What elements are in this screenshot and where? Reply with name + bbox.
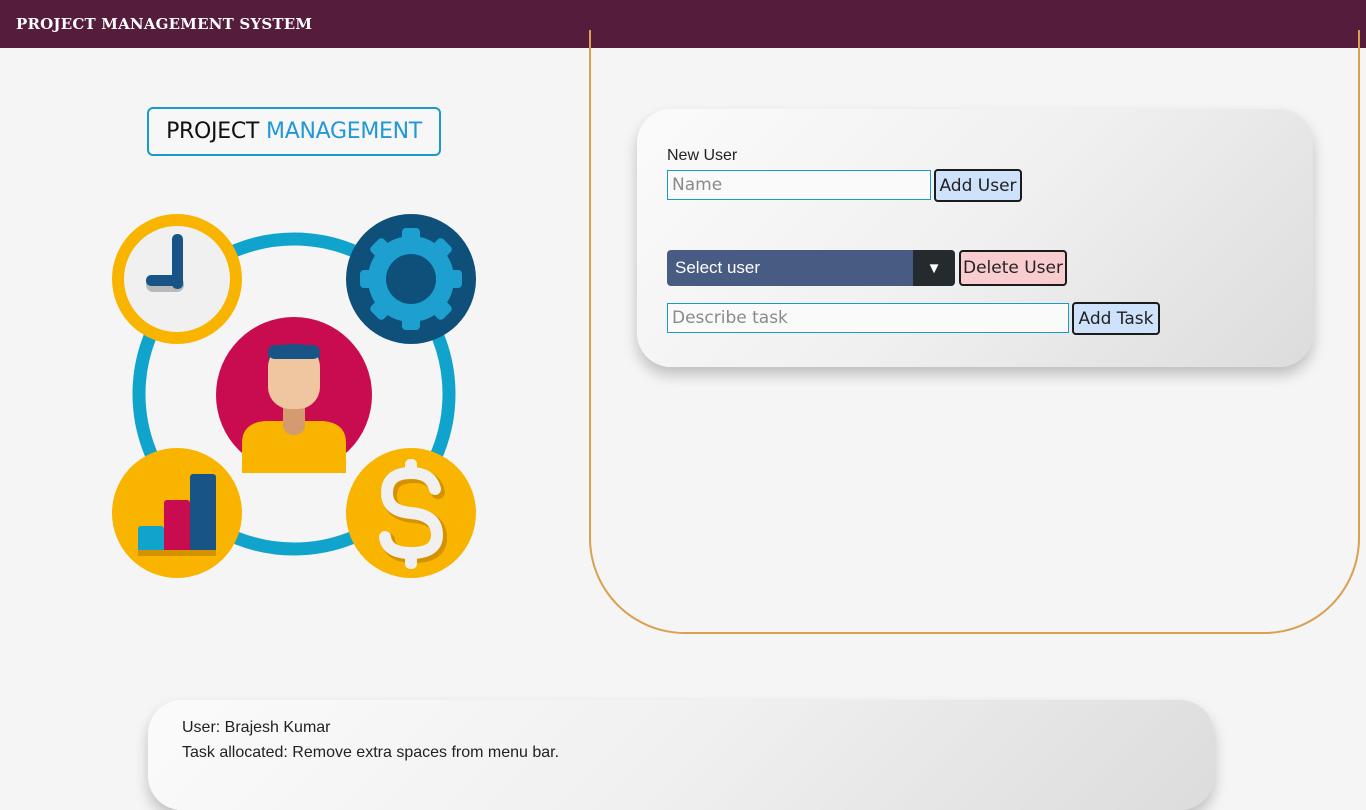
select-user-dropdown[interactable]: Select user ▼ [667,250,955,286]
chevron-down-icon: ▼ [913,250,955,286]
add-user-button[interactable]: Add User [934,169,1022,202]
user-task-form: New User Add User Select user ▼ Delete U… [637,109,1313,367]
project-management-illustration [112,214,476,578]
name-input[interactable] [667,170,931,200]
task-allocated: Task allocated: Remove extra spaces from… [182,744,560,761]
clock-icon [112,214,242,344]
select-user-value: Select user [675,258,761,277]
project-management-logo: PROJECT MANAGEMENT [147,107,441,156]
task-description-input[interactable] [667,303,1069,333]
gear-icon [346,214,476,344]
add-task-button[interactable]: Add Task [1072,302,1160,335]
app-title: PROJECT MANAGEMENT SYSTEM [16,15,313,33]
logo-word-project: PROJECT [166,119,260,144]
task-user: User: Brajesh Kumar [182,719,331,736]
new-user-label: New User [667,147,738,164]
task-card: User: Brajesh Kumar Task allocated: Remo… [148,700,1214,810]
bar-chart-icon [112,448,242,578]
dollar-icon [346,448,476,578]
delete-user-button[interactable]: Delete User [959,250,1067,286]
person-icon [216,317,372,473]
logo-word-management: MANAGEMENT [266,119,422,144]
